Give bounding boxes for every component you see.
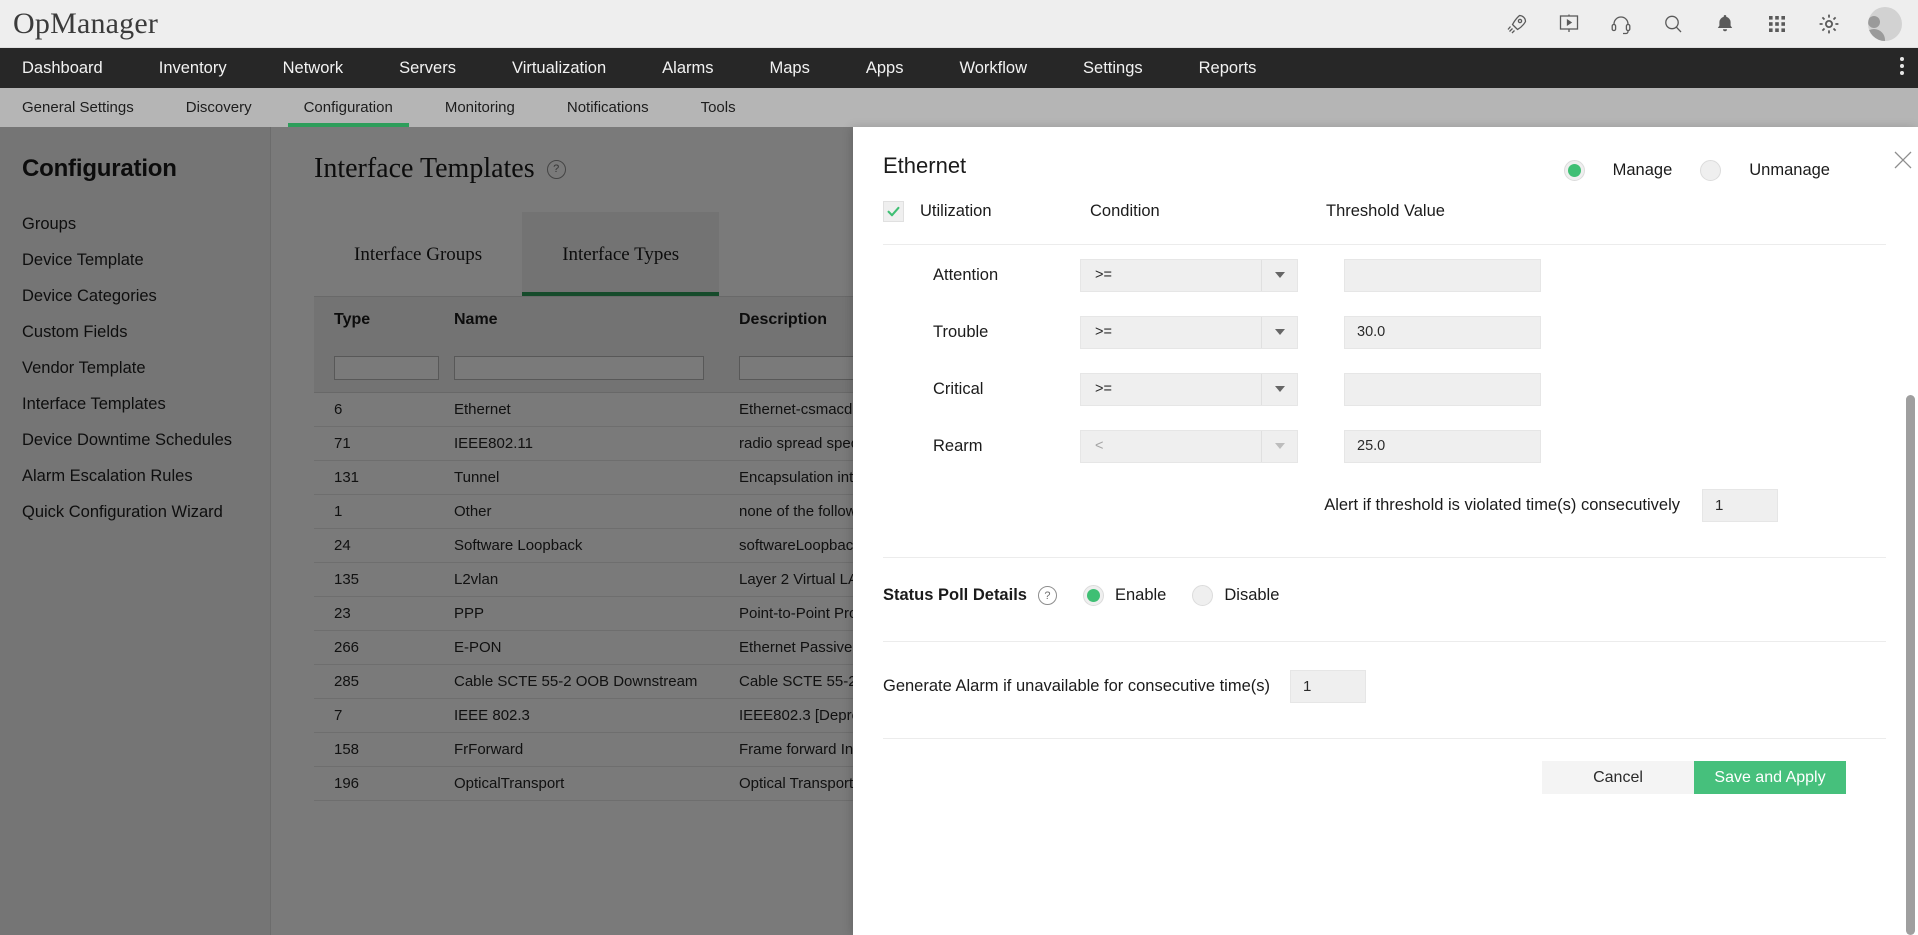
condition-select-trouble[interactable]: >= [1080,316,1298,349]
overflow-menu-icon[interactable] [1900,57,1904,75]
alert-consecutive-label: Alert if threshold is violated time(s) c… [1324,496,1680,515]
utilization-label: Utilization [920,202,1090,221]
threshold-row-label: Critical [883,380,1080,399]
chevron-down-icon [1261,374,1297,405]
radio-disable[interactable] [1192,585,1213,606]
cancel-button[interactable]: Cancel [1542,761,1694,794]
alert-consecutive-row: Alert if threshold is violated time(s) c… [883,473,1886,522]
nav-item-alarms[interactable]: Alarms [634,48,741,88]
utilization-checkbox[interactable] [883,201,904,222]
interface-template-panel: Ethernet Manage Unmanage Utilization Con… [853,127,1918,935]
chevron-down-icon [1261,317,1297,348]
status-poll-details-row: Status Poll Details ? Enable Disable [883,558,1886,606]
bell-icon[interactable] [1712,11,1738,37]
status-poll-title: Status Poll Details [883,586,1027,605]
threshold-row: Trouble>= [883,305,1886,359]
threshold-row-label: Rearm [883,437,1080,456]
subnav-item-discovery[interactable]: Discovery [160,88,278,127]
app-logo: OpManager [0,7,158,41]
avatar-head [1868,16,1880,28]
panel-button-row: Cancel Save and Apply [883,739,1886,794]
utilization-header-row: Utilization Condition Threshold Value [883,201,1886,245]
subnav-item-configuration[interactable]: Configuration [278,88,419,127]
panel-scrollbar-thumb[interactable] [1906,395,1915,935]
nav-item-dashboard[interactable]: Dashboard [0,48,131,88]
condition-select-value: >= [1081,267,1112,283]
threshold-input-rearm[interactable] [1344,430,1541,463]
generate-alarm-row: Generate Alarm if unavailable for consec… [883,642,1886,703]
condition-select-rearm: < [1080,430,1298,463]
gear-icon[interactable] [1816,11,1842,37]
radio-disable-label: Disable [1224,586,1279,605]
status-poll-help-icon[interactable]: ? [1038,586,1057,605]
radio-unmanage[interactable] [1700,160,1721,181]
threshold-input-attention[interactable] [1344,259,1541,292]
nav-item-maps[interactable]: Maps [742,48,838,88]
radio-manage-label: Manage [1613,161,1673,180]
threshold-input-trouble[interactable] [1344,316,1541,349]
subnav-item-tools[interactable]: Tools [675,88,762,127]
nav-item-apps[interactable]: Apps [838,48,932,88]
nav-item-settings[interactable]: Settings [1055,48,1171,88]
subnav-item-monitoring[interactable]: Monitoring [419,88,541,127]
threshold-row-label: Trouble [883,323,1080,342]
threshold-row: Attention>= [883,248,1886,302]
chevron-down-icon [1261,260,1297,291]
rocket-icon[interactable] [1504,11,1530,37]
radio-enable[interactable] [1083,585,1104,606]
brand-icon-group [1504,7,1918,41]
save-and-apply-button[interactable]: Save and Apply [1694,761,1846,794]
nav-item-inventory[interactable]: Inventory [131,48,255,88]
main-navigation: Dashboard Inventory Network Servers Virt… [0,48,1918,88]
radio-manage[interactable] [1564,160,1585,181]
grid-apps-icon[interactable] [1764,11,1790,37]
generate-alarm-input[interactable] [1290,670,1366,703]
threshold-rows: Attention>=Trouble>=Critical>=Rearm< [883,248,1886,473]
brand-bar: OpManager [0,0,1918,48]
subnav-item-notifications[interactable]: Notifications [541,88,675,127]
threshold-row: Critical>= [883,362,1886,416]
sub-navigation: General Settings Discovery Configuration… [0,88,1918,127]
generate-alarm-label: Generate Alarm if unavailable for consec… [883,677,1270,696]
condition-select-critical[interactable]: >= [1080,373,1298,406]
alert-consecutive-input[interactable] [1702,489,1778,522]
status-poll-disable-option: Disable [1192,585,1279,606]
condition-select-value: >= [1081,324,1112,340]
nav-item-network[interactable]: Network [255,48,372,88]
user-avatar-icon[interactable] [1868,7,1902,41]
condition-select-value: < [1081,438,1103,454]
chevron-down-icon [1261,431,1297,462]
condition-select-value: >= [1081,381,1112,397]
radio-unmanage-label: Unmanage [1749,161,1830,180]
presentation-icon[interactable] [1556,11,1582,37]
condition-select-attention[interactable]: >= [1080,259,1298,292]
condition-header: Condition [1090,202,1326,221]
manage-radio-group: Manage Unmanage [1564,160,1846,181]
headset-icon[interactable] [1608,11,1634,37]
avatar-body [1868,29,1885,41]
threshold-row: Rearm< [883,419,1886,473]
nav-item-servers[interactable]: Servers [371,48,484,88]
nav-item-workflow[interactable]: Workflow [931,48,1055,88]
status-poll-enable-option: Enable [1083,585,1166,606]
radio-enable-label: Enable [1115,586,1166,605]
nav-item-reports[interactable]: Reports [1171,48,1285,88]
threshold-value-header: Threshold Value [1326,202,1445,221]
search-icon[interactable] [1660,11,1686,37]
threshold-input-critical[interactable] [1344,373,1541,406]
subnav-item-general-settings[interactable]: General Settings [0,88,160,127]
close-icon[interactable] [1886,143,1918,177]
nav-item-virtualization[interactable]: Virtualization [484,48,634,88]
threshold-row-label: Attention [883,266,1080,285]
